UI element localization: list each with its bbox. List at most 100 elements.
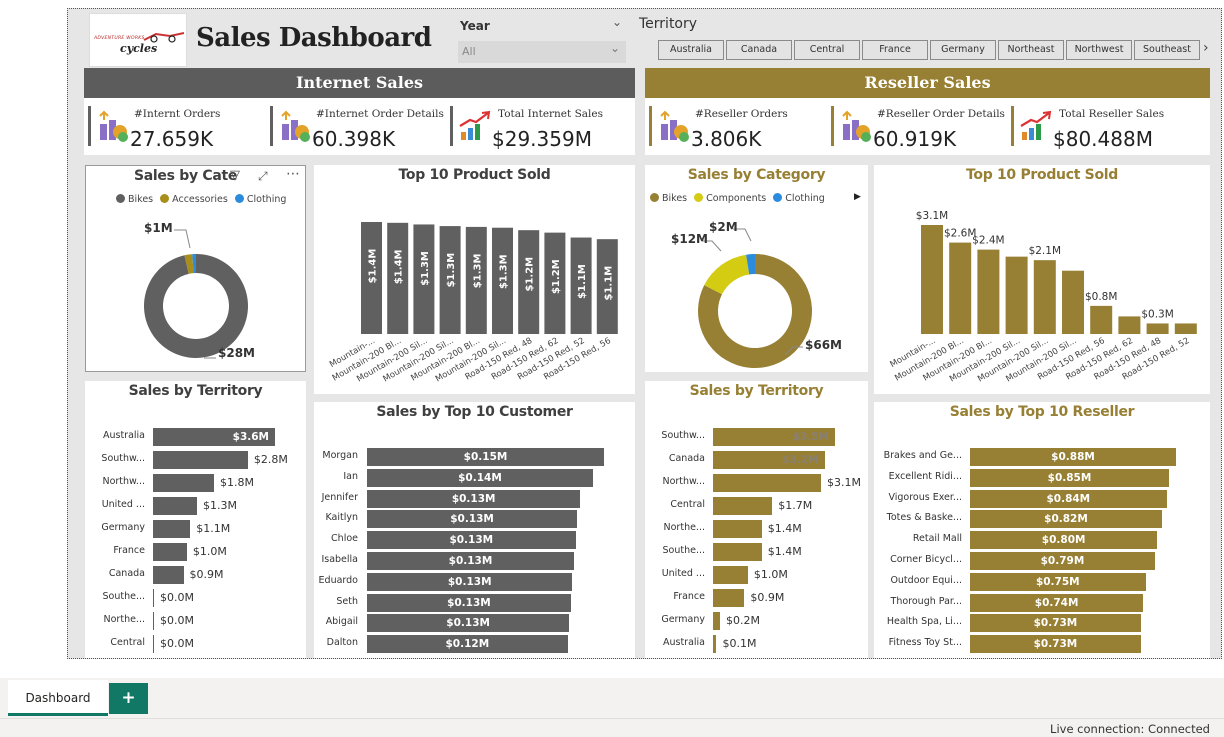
territory-option[interactable]: Southeast <box>1134 40 1200 60</box>
chevron-down-icon[interactable]: ⌄ <box>612 15 622 29</box>
kpi-label: Total Reseller Sales <box>1059 108 1165 120</box>
territory-slicer-label: Territory <box>639 16 698 32</box>
data-label: $0.13M <box>447 575 492 588</box>
bar-row: Isabella $0.13M <box>314 552 635 570</box>
kpi-accent <box>270 106 273 146</box>
bar[interactable] <box>153 543 187 561</box>
territory-option[interactable]: Northwest <box>1066 40 1132 60</box>
territory-option[interactable]: Northeast <box>998 40 1064 60</box>
bar-row: Retail Mall $0.80M <box>874 531 1210 550</box>
bar[interactable] <box>949 242 972 334</box>
page-tab-bar: Dashboard + <box>0 678 1224 718</box>
bar-row: Australia $3.6M <box>85 428 306 446</box>
territory-option[interactable]: Central <box>794 40 860 60</box>
bar[interactable] <box>713 474 822 492</box>
data-label: $1.4M <box>368 249 379 284</box>
internet-sales-band: Internet Sales <box>84 68 635 98</box>
donut-slice[interactable] <box>704 254 750 295</box>
data-label: $0.9M <box>750 591 785 604</box>
bar-row: Dalton $0.12M <box>314 635 635 654</box>
bar-row: Morgan $0.15M <box>314 448 635 466</box>
bar[interactable] <box>153 566 184 584</box>
axis-tick-label: France <box>673 591 705 602</box>
data-label: $3.1M <box>916 210 948 222</box>
bar[interactable] <box>713 566 748 584</box>
logo-subtext: ADVENTURE WORKS <box>94 36 145 41</box>
chart-title: Sales by Top 10 Reseller <box>949 404 1135 420</box>
bar-row: Brakes and Ge... $0.88M <box>874 448 1210 466</box>
bar-row: Abigail $0.13M <box>314 614 635 633</box>
bar[interactable] <box>153 612 154 630</box>
bar-row: Ian $0.14M <box>314 468 635 487</box>
bar[interactable] <box>713 635 717 653</box>
bar[interactable] <box>713 612 720 630</box>
bar-row: Chloe $0.13M <box>314 531 635 550</box>
bar[interactable] <box>1090 305 1113 334</box>
bar[interactable] <box>713 543 762 561</box>
kpi-label: #Internt Orders <box>134 108 221 120</box>
data-label: $0.85M <box>1047 471 1092 484</box>
axis-tick-label: Southw... <box>101 453 145 464</box>
territory-option[interactable]: Germany <box>930 40 996 60</box>
internet-kpi-row: #Internt Orders 27.659K #Internet Order De… <box>84 98 635 155</box>
reseller-top-reseller-card: Sales by Top 10 Reseller Brakes and Ge..… <box>874 402 1210 658</box>
axis-tick-label: Jennifer <box>321 491 358 503</box>
add-page-button[interactable]: + <box>109 683 148 714</box>
bar[interactable] <box>713 497 773 515</box>
data-label: $0.0M <box>160 637 194 650</box>
bar[interactable] <box>153 474 214 492</box>
internet-top-products-card: Top 10 Product Sold $1.4M Mountain-... $1.… <box>314 165 635 394</box>
reseller-sales-band: Reseller Sales <box>645 68 1210 98</box>
axis-tick-label: Australia <box>102 430 145 441</box>
territory-option[interactable]: Australia <box>658 40 724 60</box>
axis-tick-label: Canada <box>108 568 145 579</box>
chevron-right-icon[interactable]: › <box>1203 40 1209 56</box>
kpi-card: #Internt Orders 27.659K <box>88 104 268 151</box>
bar[interactable] <box>1174 323 1197 334</box>
bar[interactable] <box>1033 260 1056 334</box>
data-label: $1.3M <box>420 251 431 286</box>
bar[interactable] <box>153 589 154 607</box>
bar-row: Kaitlyn $0.13M <box>314 510 635 529</box>
bar[interactable] <box>153 451 248 469</box>
internet-category-card[interactable]: Sales by Cate ▽ ⤢ ⋯ Bikes Accessories Cl… <box>85 165 306 372</box>
axis-tick-label: Totes & Baske... <box>886 512 962 524</box>
bar[interactable] <box>713 589 745 607</box>
trend-up-icon <box>459 110 491 140</box>
bar[interactable] <box>153 520 191 538</box>
bar-row: France $1.0M <box>85 543 306 561</box>
bar[interactable] <box>1118 316 1141 334</box>
data-label: $0.79M <box>1040 555 1085 567</box>
data-label: $1.3M <box>472 254 483 289</box>
tab-dashboard[interactable]: Dashboard <box>8 680 108 716</box>
bar[interactable] <box>153 635 154 653</box>
data-label: $0.13M <box>446 617 490 630</box>
bar[interactable] <box>1146 323 1169 334</box>
logo: ADVENTURE WORKS cycles <box>89 13 187 67</box>
bar-row: Totes & Baske... $0.82M <box>874 510 1210 529</box>
territory-option[interactable]: France <box>862 40 928 60</box>
territory-option[interactable]: Canada <box>726 40 792 60</box>
data-label: $0.8M <box>1085 291 1117 303</box>
data-label: $0.75M <box>1035 575 1080 588</box>
bar-row: Northe... $0.0M <box>85 612 306 630</box>
data-label: $1.3M <box>203 499 238 512</box>
bar[interactable] <box>921 225 943 334</box>
axis-tick-label: Germany <box>661 614 705 625</box>
bar[interactable] <box>1005 256 1028 334</box>
data-label: $1.1M <box>603 266 614 301</box>
bar-row: Canada $3.2M <box>645 451 868 469</box>
kpi-label: #Reseller Orders <box>695 108 788 120</box>
data-label: $0.9M <box>189 568 224 581</box>
axis-tick-label: Northw... <box>102 476 145 487</box>
reseller-top-products-card: Top 10 Product Sold $3.1M Mountain-... $2.… <box>874 165 1210 394</box>
data-label: $0.84M <box>1046 492 1091 505</box>
bar[interactable] <box>977 249 1000 334</box>
data-label: $28M <box>218 346 255 360</box>
bar-row: France $0.9M <box>645 589 868 607</box>
bar[interactable] <box>1062 270 1084 334</box>
year-dropdown[interactable]: All ⌄ <box>458 41 626 63</box>
axis-tick-label: Central <box>110 637 145 648</box>
bar[interactable] <box>153 497 198 515</box>
bar[interactable] <box>713 520 762 538</box>
